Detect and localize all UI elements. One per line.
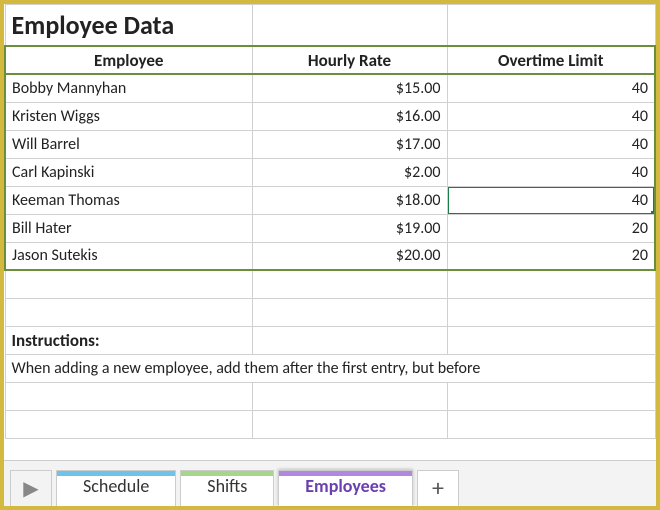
hourly-rate-cell[interactable]: $15.00 [252, 74, 447, 102]
overtime-limit-cell[interactable]: 20 [447, 214, 655, 242]
table-row: Bobby Mannyhan$15.0040 [5, 74, 655, 102]
employee-name-cell[interactable]: Carl Kapinski [5, 158, 252, 186]
sheet-title[interactable]: Employee Data [5, 5, 252, 47]
hourly-rate-cell[interactable]: $17.00 [252, 130, 447, 158]
instructions-label[interactable]: Instructions: [5, 326, 252, 354]
hourly-rate-cell[interactable]: $16.00 [252, 102, 447, 130]
table-row: Bill Hater$19.0020 [5, 214, 655, 242]
table-row: Kristen Wiggs$16.0040 [5, 102, 655, 130]
column-header-overtime-limit[interactable]: Overtime Limit [447, 46, 655, 74]
cell-blank[interactable] [447, 5, 655, 47]
employee-name-cell[interactable]: Will Barrel [5, 130, 252, 158]
sheet-tab-bar: ▶ Schedule Shifts Employees + [4, 460, 656, 506]
overtime-limit-cell[interactable]: 40 [447, 158, 655, 186]
hourly-rate-cell[interactable]: $19.00 [252, 214, 447, 242]
tab-label: Shifts [207, 475, 247, 497]
overtime-limit-cell[interactable]: 20 [447, 242, 655, 270]
overtime-limit-cell[interactable]: 40 [447, 102, 655, 130]
instructions-text[interactable]: When adding a new employee, add them aft… [5, 354, 655, 382]
tab-shifts[interactable]: Shifts [180, 470, 274, 506]
employee-name-cell[interactable]: Keeman Thomas [5, 186, 252, 214]
hourly-rate-cell[interactable]: $2.00 [252, 158, 447, 186]
employee-name-cell[interactable]: Bill Hater [5, 214, 252, 242]
overtime-limit-cell[interactable]: 40 [447, 74, 655, 102]
overtime-limit-cell[interactable]: 40 [447, 130, 655, 158]
tab-employees[interactable]: Employees [278, 470, 413, 506]
tab-label: Schedule [83, 475, 149, 497]
add-sheet-button[interactable]: + [417, 470, 459, 506]
tab-schedule[interactable]: Schedule [56, 470, 176, 506]
table-row: Jason Sutekis$20.0020 [5, 242, 655, 270]
tab-label: Employees [305, 475, 386, 497]
employee-name-cell[interactable]: Kristen Wiggs [5, 102, 252, 130]
hourly-rate-cell[interactable]: $18.00 [252, 186, 447, 214]
table-row: Keeman Thomas$18.0040 [5, 186, 655, 214]
spreadsheet-grid[interactable]: Employee Data Employee Hourly Rate Overt… [4, 4, 656, 456]
cell-blank[interactable] [252, 5, 447, 47]
hourly-rate-cell[interactable]: $20.00 [252, 242, 447, 270]
table-row: Carl Kapinski$2.0040 [5, 158, 655, 186]
overtime-limit-cell[interactable]: 40 [447, 186, 655, 214]
column-header-employee[interactable]: Employee [5, 46, 252, 74]
employee-name-cell[interactable]: Jason Sutekis [5, 242, 252, 270]
column-header-hourly-rate[interactable]: Hourly Rate [252, 46, 447, 74]
employee-name-cell[interactable]: Bobby Mannyhan [5, 74, 252, 102]
sheet-nav-next-icon[interactable]: ▶ [10, 470, 52, 506]
table-row: Will Barrel$17.0040 [5, 130, 655, 158]
